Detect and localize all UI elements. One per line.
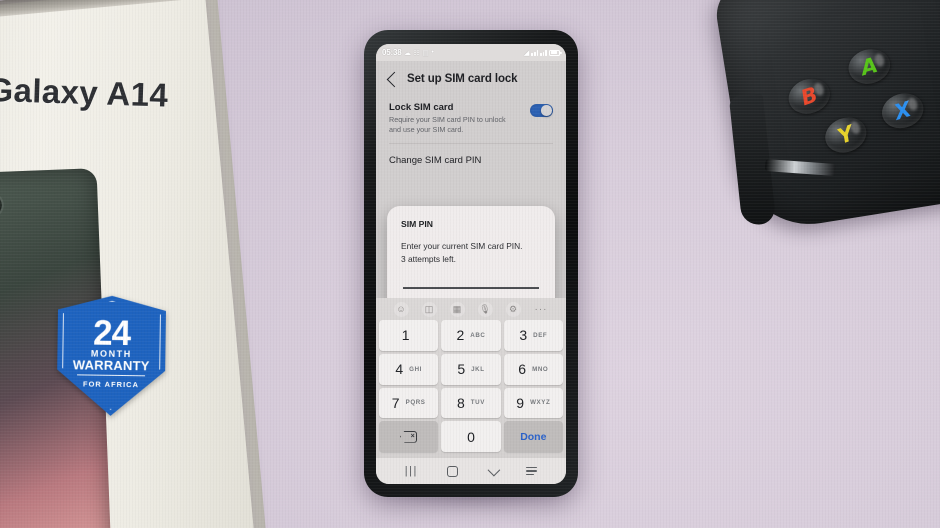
key-digit: 5 [457,361,466,378]
box-top-edge [0,0,208,19]
key-digit: 0 [467,428,475,445]
key-digit: 3 [519,327,528,344]
status-bar-right: ◢ [523,48,562,57]
warranty-label: WARRANTY [72,357,150,374]
settings-gear-icon[interactable]: ⚙ [505,301,521,317]
key-3[interactable]: 3 DEF [503,320,563,351]
key-4[interactable]: 4 GHI [379,353,439,385]
phone-device: 05:38 ☁ ☷ ▤ • ◢ Set up SIM card lock Loc… [364,30,578,497]
key-letters: PQRS [405,399,426,407]
box-brand-title: Galaxy A14 [0,70,169,114]
warranty-region-label: FOR AFRICA [82,379,139,390]
keypad-grid: 1 2 ABC 3 DEF 4 GHI 5 JKL 6 MNO 7 PQRS 8… [379,320,563,452]
recents-icon[interactable]: ||| [405,465,418,477]
warranty-badge: 24 MONTH WARRANTY FOR AFRICA [57,295,167,416]
scene-root: Galaxy A14 24 MONTH WARRANTY FOR AFRICA … [0,0,940,528]
key-2[interactable]: 2 ABC [441,320,501,351]
backspace-icon: × [400,431,417,443]
key-digit: Done [520,430,547,443]
controller-button-x: X [877,88,928,134]
key-digit: 7 [391,394,400,411]
dialog-title: SIM PIN [401,219,433,229]
status-bar: 05:38 ☁ ☷ ▤ • ◢ [376,44,566,61]
signal-icon-2 [540,49,547,56]
key-letters: MNO [532,365,549,373]
microphone-icon[interactable]: 🎙 [477,301,493,317]
numeric-keyboard: ☺ ◫ ▦ 🎙 ⚙ ··· 1 2 ABC 3 DEF 4 GHI 5 JKL … [376,298,566,458]
key-5[interactable]: 5 JKL [441,353,501,385]
key-1[interactable]: 1 [379,320,439,351]
emoji-icon[interactable]: ☺ [393,301,409,317]
key-backspace[interactable]: × [379,421,439,452]
app-content: Set up SIM card lock Lock SIM card Requi… [376,61,566,458]
key-done[interactable]: Done [503,421,563,452]
artwork-camera-lens-icon [0,193,3,217]
keyboard-toolbar: ☺ ◫ ▦ 🎙 ⚙ ··· [379,298,563,320]
key-7[interactable]: 7 PQRS [379,387,439,419]
key-0[interactable]: 0 [441,421,501,452]
key-digit: 8 [457,394,465,411]
key-6[interactable]: 6 MNO [503,353,563,385]
phone-screen: 05:38 ☁ ☷ ▤ • ◢ Set up SIM card lock Loc… [376,44,566,484]
sim-pin-input[interactable] [403,287,539,289]
sync-icon: ☷ [413,49,420,57]
status-time: 05:38 [382,48,402,57]
key-8[interactable]: 8 TUV [441,387,501,419]
key-9[interactable]: 9 WXYZ [503,387,563,419]
dialog-message-line-1: Enter your current SIM card PIN. [401,241,523,251]
key-digit: 1 [401,327,410,344]
product-box: Galaxy A14 24 MONTH WARRANTY FOR AFRICA [0,0,303,528]
key-letters: ABC [470,331,486,339]
controller-button-a: A [844,44,895,89]
key-digit: 4 [395,361,404,378]
wifi-icon: ◢ [523,48,530,57]
status-bar-left: 05:38 ☁ ☷ ▤ • [382,48,434,57]
more-options-icon[interactable]: ··· [534,302,549,317]
key-digit: 9 [516,394,525,411]
home-icon[interactable] [447,465,459,477]
status-dot: • [431,49,434,56]
controller-button-y: Y [820,111,872,159]
controller-button-b: B [783,73,835,120]
key-digit: 6 [518,361,527,378]
controller-chrome-strip [764,159,836,176]
dialog-message-line-2: 3 attempts left. [401,253,456,264]
hide-keyboard-icon[interactable] [487,463,501,476]
key-letters: GHI [409,365,422,373]
battery-icon [549,49,562,56]
cloud-icon: ☁ [403,49,411,57]
key-letters: JKL [471,365,485,373]
clipboard-icon[interactable]: ◫ [421,301,437,317]
key-letters: WXYZ [530,399,551,407]
menu-icon[interactable] [526,466,538,476]
navigation-bar: ||| [376,458,566,484]
key-letters: DEF [533,331,548,339]
app-icon: ▤ [422,49,429,57]
warranty-number: 24 [92,313,131,354]
game-controller: B A X Y [711,0,940,235]
key-digit: 2 [456,327,465,344]
signal-icon [531,49,539,56]
key-letters: TUV [470,399,485,407]
sticker-icon[interactable]: ▦ [449,301,465,317]
